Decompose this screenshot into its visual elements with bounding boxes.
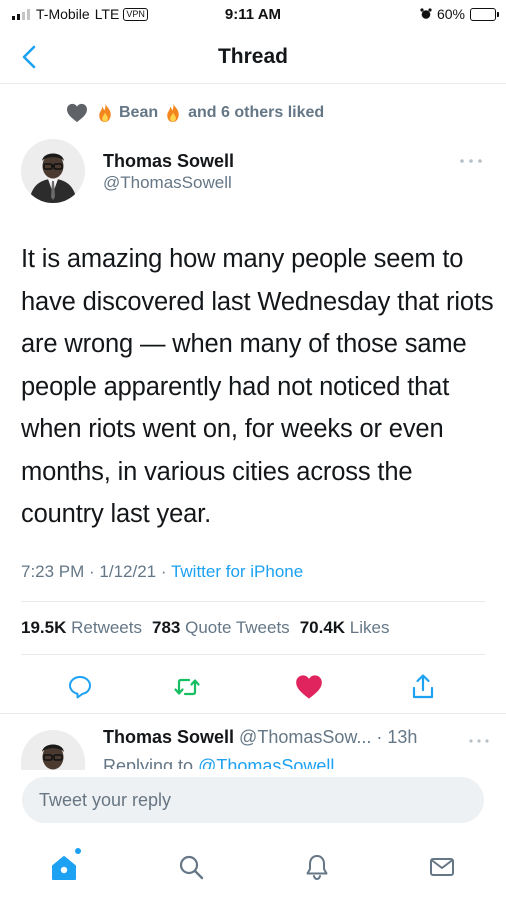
share-button[interactable] — [406, 670, 440, 704]
like-button[interactable] — [292, 670, 326, 704]
retweet-button[interactable] — [170, 670, 204, 704]
reply-icon — [69, 676, 91, 699]
fire-icon — [167, 102, 179, 123]
notification-dot — [75, 848, 81, 854]
quote-tweets-count: 783 — [151, 618, 181, 637]
retweets-count: 19.5K — [21, 618, 67, 637]
author-name[interactable]: Thomas Sowell — [103, 150, 234, 172]
reply-author-avatar[interactable] — [21, 730, 85, 770]
tweet-text: It is amazing how many people seem to ha… — [21, 245, 494, 528]
reply-input[interactable]: Tweet your reply — [22, 777, 484, 823]
likes-count: 70.4K — [299, 618, 346, 637]
bell-icon — [306, 855, 328, 881]
home-icon — [52, 856, 76, 880]
tweet-stats: 19.5K Retweets 783 Quote Tweets 70.4K Li… — [21, 601, 485, 655]
more-options-icon[interactable] — [468, 736, 490, 746]
reply-age: · 13h — [376, 727, 418, 747]
quote-tweets-stat[interactable]: 783 Quote Tweets — [152, 618, 290, 638]
mail-icon — [430, 858, 454, 876]
likes-label: Likes — [349, 618, 390, 637]
page-title: Thread — [217, 45, 288, 68]
more-options-icon[interactable] — [458, 156, 484, 166]
reply-button[interactable] — [63, 670, 97, 704]
tweet-meta: 7:23 PM · 1/12/21 · Twitter for iPhone — [21, 562, 303, 582]
replying-to: Replying to @ThomasSowell — [103, 755, 334, 769]
section-divider — [0, 713, 506, 714]
reply-header[interactable]: Thomas Sowell @ThomasSow... · 13h — [103, 727, 417, 748]
avatar-photo — [21, 730, 85, 770]
tweet-timestamp: 7:23 PM · 1/12/21 · — [21, 562, 171, 581]
likes-stat[interactable]: 70.4K Likes — [300, 618, 390, 638]
author-avatar[interactable] — [21, 139, 85, 203]
status-bar: T-Mobile LTE VPN 9:11 AM 60% — [0, 0, 506, 30]
avatar-photo — [21, 139, 85, 203]
heart-filled-icon — [296, 675, 322, 699]
battery-percent: 60% — [436, 6, 465, 22]
status-right: 60% — [420, 6, 499, 22]
tab-home[interactable] — [47, 848, 81, 884]
bottom-tab-bar — [0, 838, 506, 900]
tab-search[interactable] — [174, 850, 208, 884]
battery-icon — [470, 7, 499, 21]
replying-to-label: Replying to — [103, 756, 194, 769]
share-icon — [412, 674, 434, 699]
author-handle[interactable]: @ThomasSowell — [103, 172, 234, 194]
tab-messages[interactable] — [425, 850, 459, 884]
retweets-label: Retweets — [71, 618, 142, 637]
search-icon — [179, 855, 204, 880]
nav-header: Thread — [0, 30, 506, 84]
likes-context-text: and 6 others liked — [188, 103, 325, 121]
quote-tweets-label: Quote Tweets — [185, 618, 290, 637]
tweet-action-bar — [0, 666, 506, 706]
reply-placeholder: Tweet your reply — [39, 789, 172, 810]
retweet-icon — [174, 678, 200, 696]
liker-name: Bean — [119, 103, 159, 121]
reply-author-handle: @ThomasSow... — [239, 727, 372, 747]
alarm-icon — [420, 8, 432, 19]
author-block[interactable]: Thomas Sowell @ThomasSowell — [103, 150, 234, 194]
replying-to-mention[interactable]: @ThomasSowell — [198, 756, 334, 769]
retweets-stat[interactable]: 19.5K Retweets — [21, 618, 142, 638]
tweet-source-link[interactable]: Twitter for iPhone — [171, 562, 303, 581]
fire-icon — [99, 102, 111, 123]
reply-author-name: Thomas Sowell — [103, 727, 235, 747]
social-context[interactable]: Bean and 6 others liked — [66, 102, 324, 123]
heart-icon — [67, 103, 87, 122]
tab-notifications[interactable] — [300, 850, 334, 884]
